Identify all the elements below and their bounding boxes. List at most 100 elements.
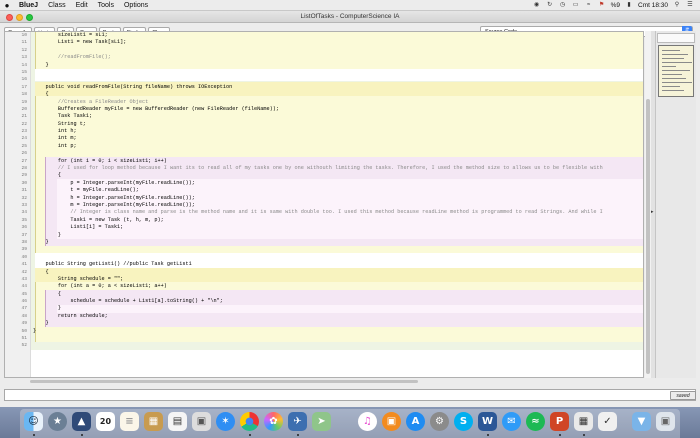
code-text[interactable]: // I used for loop method because I want… — [33, 165, 603, 172]
code-text[interactable]: } — [33, 232, 61, 239]
code-line[interactable]: 35 Task1 = new Task (t, h, m, p); — [5, 217, 643, 224]
settings-icon[interactable]: ⚙ — [430, 412, 449, 431]
code-text[interactable]: List1[i] = Task1; — [33, 224, 123, 231]
code-text[interactable]: sizeList1 = sL1; — [33, 32, 108, 39]
finder-icon[interactable]: ☺ — [24, 412, 43, 431]
code-text[interactable]: int m; — [33, 135, 77, 142]
downloads-icon[interactable]: ▼ — [632, 412, 651, 431]
code-line[interactable]: 26 — [5, 150, 643, 157]
code-line[interactable]: 30 p = Integer.parseInt(myFile.readLine(… — [5, 180, 643, 187]
skype-icon[interactable]: S — [454, 412, 473, 431]
maps-icon[interactable]: ➤ — [312, 412, 331, 431]
code-line[interactable]: 29 { — [5, 172, 643, 179]
code-line[interactable]: 33 m = Integer.parseInt(myFile.readLine(… — [5, 202, 643, 209]
itunes-icon[interactable]: ♫ — [358, 412, 377, 431]
code-text[interactable]: { — [33, 269, 48, 276]
bluej-icon[interactable]: ✈ — [288, 412, 307, 431]
preview-icon[interactable]: ▣ — [192, 412, 211, 431]
flag-icon[interactable]: ⚑ — [598, 2, 606, 9]
code-text[interactable]: t = myFile.readLine(); — [33, 187, 139, 194]
code-text[interactable]: } — [33, 62, 48, 69]
code-text[interactable]: { — [33, 291, 61, 298]
code-line[interactable]: 37 } — [5, 232, 643, 239]
code-text[interactable]: { — [33, 91, 48, 98]
code-line[interactable]: 43 String schedule = ""; — [5, 276, 643, 283]
code-line[interactable]: 49 } — [5, 320, 643, 327]
code-text[interactable]: public String getList1() //public Task g… — [33, 261, 191, 268]
code-lines[interactable]: 10 sizeList1 = sL1; 11 List1 = new Task[s… — [5, 32, 643, 350]
code-line[interactable]: 45 { — [5, 291, 643, 298]
notes-icon[interactable]: ≡ — [120, 412, 139, 431]
code-text[interactable]: List1 = new Task[sL1]; — [33, 39, 127, 46]
code-line[interactable]: 48 return schedule; — [5, 313, 643, 320]
code-line[interactable]: 16 — [5, 76, 643, 83]
code-line[interactable]: 22 String t; — [5, 121, 643, 128]
code-line[interactable]: 12 — [5, 47, 643, 54]
powerpoint-icon[interactable]: P — [550, 412, 569, 431]
title-bar[interactable]: ListOfTasks - ComputerScience IA — [0, 11, 700, 23]
code-editor[interactable]: 10 sizeList1 = sL1; 11 List1 = new Task[s… — [4, 31, 644, 378]
tex-icon[interactable]: ✓ — [598, 412, 617, 431]
code-line[interactable]: 52 — [5, 342, 643, 349]
sync-icon[interactable]: ↻ — [546, 2, 554, 9]
photos-icon[interactable]: ✿ — [264, 412, 283, 431]
code-line[interactable]: 38 } — [5, 239, 643, 246]
spotify-icon[interactable]: ≈ — [526, 412, 545, 431]
safari-icon[interactable]: ✶ — [216, 412, 235, 431]
battery-percent[interactable]: %9 — [611, 2, 620, 9]
naviview-panel[interactable] — [655, 31, 696, 378]
horizontal-scrollbar[interactable] — [30, 379, 645, 384]
code-line[interactable]: 39 — [5, 246, 643, 253]
menu-edit[interactable]: Edit — [71, 2, 93, 9]
book-icon[interactable]: ▤ — [168, 412, 187, 431]
code-line[interactable]: 40 — [5, 254, 643, 261]
menu-bluej[interactable]: BlueJ — [14, 2, 43, 9]
code-line[interactable]: 46 schedule = schedule + List1[a].toStri… — [5, 298, 643, 305]
code-line[interactable]: 20 BufferedReader myFile = new BufferedR… — [5, 106, 643, 113]
code-line[interactable]: 10 sizeList1 = sL1; — [5, 32, 643, 39]
code-line[interactable]: 23 int h; — [5, 128, 643, 135]
bluej-class-icon[interactable]: ▦ — [574, 412, 593, 431]
books-icon[interactable]: ▣ — [382, 412, 401, 431]
code-text[interactable]: int h; — [33, 128, 77, 135]
code-line[interactable]: 17 public void readFromFile(String fileN… — [5, 84, 643, 91]
code-text[interactable]: int p; — [33, 143, 77, 150]
code-text[interactable]: Task Task1; — [33, 113, 92, 120]
spotlight-search-icon[interactable]: ⚲ — [673, 2, 681, 9]
collapse-arrow-icon[interactable]: ▸ — [651, 209, 654, 215]
naviview-overview[interactable] — [657, 33, 695, 43]
code-text[interactable]: //readFromFile(); — [33, 54, 111, 61]
code-line[interactable]: 24 int m; — [5, 135, 643, 142]
code-text[interactable]: schedule = schedule + List1[a].toString(… — [33, 298, 223, 305]
code-line[interactable]: 51 — [5, 335, 643, 342]
code-line[interactable]: 15 — [5, 69, 643, 76]
horizontal-scroll-thumb[interactable] — [30, 380, 418, 383]
monitor-icon[interactable]: ▭ — [572, 2, 580, 9]
code-text[interactable]: //Creates a FileReader Object — [33, 99, 148, 106]
trash-icon[interactable]: ▣ — [656, 412, 675, 431]
notification-center-icon[interactable]: ☰ — [686, 2, 694, 9]
menu-clock[interactable]: Cmt 18:30 — [638, 2, 668, 9]
photo-icon[interactable]: ▲ — [72, 412, 91, 431]
naviview-viewport[interactable] — [658, 45, 694, 97]
wifi-icon[interactable]: ≈ — [585, 2, 593, 9]
battery-icon[interactable]: ▮ — [625, 2, 633, 9]
code-text[interactable]: String t; — [33, 121, 86, 128]
code-text[interactable]: } — [33, 305, 61, 312]
code-line[interactable]: 34 // Integer is class name and parse is… — [5, 209, 643, 216]
code-line[interactable]: 11 List1 = new Task[sL1]; — [5, 39, 643, 46]
code-line[interactable]: 42 { — [5, 269, 643, 276]
menu-options[interactable]: Options — [119, 2, 153, 9]
code-text[interactable]: } — [33, 320, 48, 327]
code-text[interactable]: } — [33, 239, 48, 246]
location-icon[interactable]: ◉ — [533, 2, 541, 9]
code-line[interactable]: 25 int p; — [5, 143, 643, 150]
code-text[interactable]: { — [33, 172, 61, 179]
timemachine-icon[interactable]: ◷ — [559, 2, 567, 9]
code-text[interactable]: for (int a = 0; a < sizeList1; a++) — [33, 283, 167, 290]
code-line[interactable]: 44 for (int a = 0; a < sizeList1; a++) — [5, 283, 643, 290]
code-line[interactable]: 28 // I used for loop method because I w… — [5, 165, 643, 172]
stickies-icon[interactable]: ▦ — [144, 412, 163, 431]
code-line[interactable]: 14 } — [5, 62, 643, 69]
launchpad-icon[interactable]: ★ — [48, 412, 67, 431]
